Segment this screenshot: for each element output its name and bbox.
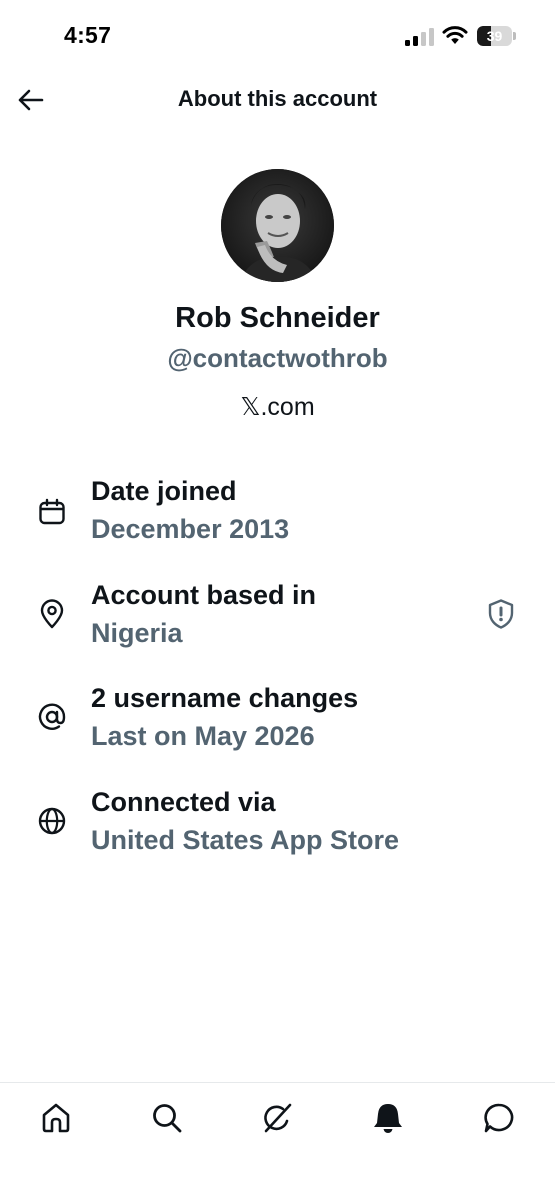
profile-source: 𝕏.com [240, 393, 315, 421]
grok-icon [264, 1103, 292, 1133]
top-header: About this account [0, 72, 555, 128]
home-icon [42, 1103, 70, 1133]
calendar-icon [36, 496, 68, 528]
status-bar: 4:57 39 [0, 0, 555, 70]
page-title: About this account [177, 86, 378, 111]
battery-level-text: 39 [486, 28, 503, 44]
username-changes-value: Last on May 2026 [91, 721, 315, 751]
globe-icon [36, 805, 68, 837]
account-based-in-row: Account based in Nigeria [0, 580, 555, 660]
account-based-in-label: Account based in [91, 580, 317, 610]
tab-messages[interactable] [480, 1099, 518, 1137]
bottom-tab-bar [0, 1082, 555, 1200]
date-joined-label: Date joined [91, 476, 237, 506]
tab-search[interactable] [148, 1099, 186, 1137]
tab-notifications[interactable] [369, 1099, 407, 1137]
status-time: 4:57 [64, 22, 112, 48]
cellular-signal-icon [405, 28, 434, 46]
connected-via-row: Connected via United States App Store [0, 787, 555, 867]
at-sign-icon [36, 701, 68, 733]
username-changes-label: 2 username changes [91, 683, 359, 713]
tab-home[interactable] [37, 1099, 75, 1137]
search-icon [153, 1104, 182, 1133]
username-changes-row: 2 username changes Last on May 2026 [0, 683, 555, 763]
bell-icon [374, 1104, 402, 1133]
profile-handle[interactable]: @contactwothrob [0, 343, 555, 374]
avatar [221, 169, 334, 282]
messages-icon [484, 1103, 514, 1133]
shield-alert-icon[interactable] [486, 598, 516, 630]
account-based-in-value: Nigeria [91, 618, 183, 648]
connected-via-value: United States App Store [91, 825, 400, 855]
date-joined-value: December 2013 [91, 514, 290, 544]
date-joined-row: Date joined December 2013 [0, 476, 555, 556]
profile-name: Rob Schneider [175, 302, 380, 334]
battery-indicator: 39 [477, 26, 517, 46]
tab-grok[interactable] [259, 1099, 297, 1137]
connected-via-label: Connected via [91, 787, 276, 817]
wifi-icon [442, 26, 468, 44]
location-pin-icon [36, 598, 68, 630]
